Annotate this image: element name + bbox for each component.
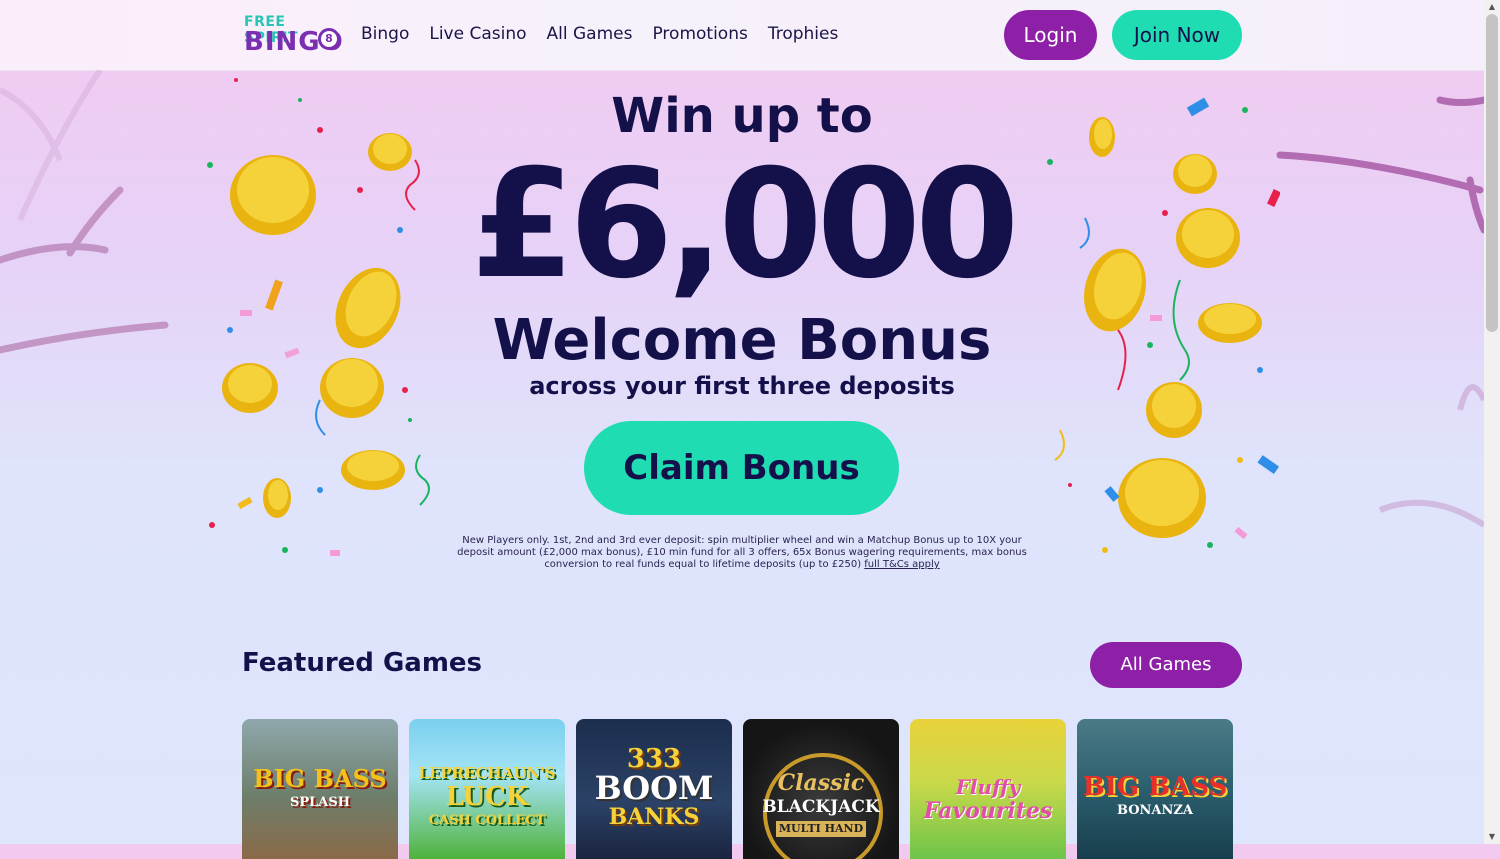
game-title-line: SPLASH bbox=[289, 795, 351, 810]
game-tile-big-bass-bonanza[interactable]: BIG BASS BONANZA bbox=[1077, 719, 1233, 859]
game-tile-leprechauns-luck[interactable]: LEPRECHAUN'S LUCK CASH COLLECT bbox=[409, 719, 565, 859]
game-title-line: BONANZA bbox=[1117, 803, 1193, 818]
nav-live-casino[interactable]: Live Casino bbox=[429, 24, 526, 44]
game-title-line: CASH COLLECT bbox=[428, 813, 546, 828]
claim-bonus-button[interactable]: Claim Bonus bbox=[584, 421, 899, 515]
bingo-ball-icon: 8 bbox=[318, 28, 340, 50]
game-title-line: MULTI HAND bbox=[776, 821, 866, 837]
game-title: Fluffy Favourites bbox=[910, 775, 1066, 823]
scrollbar-thumb[interactable] bbox=[1486, 14, 1498, 332]
nav-promotions[interactable]: Promotions bbox=[652, 24, 747, 44]
hero-headline: Win up to bbox=[611, 88, 873, 144]
featured-games-row: BIG BASS SPLASH LEPRECHAUN'S LUCK CASH C… bbox=[242, 719, 1233, 859]
site-logo[interactable]: FREE SPIRIT BINGO 8 bbox=[244, 14, 344, 56]
nav-bingo[interactable]: Bingo bbox=[361, 24, 409, 44]
game-title: 333 BOOM BANKS bbox=[576, 744, 732, 830]
game-title: LEPRECHAUN'S LUCK CASH COLLECT bbox=[409, 761, 565, 833]
game-tile-333-boom-banks[interactable]: 333 BOOM BANKS bbox=[576, 719, 732, 859]
game-title-line: BIG BASS bbox=[253, 764, 387, 793]
site-header: FREE SPIRIT BINGO 8 Bingo Live Casino Al… bbox=[0, 0, 1484, 71]
all-games-button[interactable]: All Games bbox=[1090, 642, 1242, 688]
hero-bonus-amount: £6,000 bbox=[470, 138, 1020, 312]
scroll-down-icon[interactable]: ▼ bbox=[1487, 832, 1497, 842]
game-tile-classic-blackjack[interactable]: Classic BLACKJACK MULTI HAND bbox=[743, 719, 899, 859]
hero-welcome-bonus: Welcome Bonus bbox=[492, 308, 992, 373]
join-now-button[interactable]: Join Now bbox=[1112, 10, 1242, 60]
game-title-line: Favourites bbox=[923, 798, 1053, 824]
login-button[interactable]: Login bbox=[1004, 10, 1097, 60]
game-title-line: BOOM bbox=[594, 769, 714, 807]
game-title: Classic BLACKJACK MULTI HAND bbox=[743, 771, 899, 837]
game-title-line: BLACKJACK bbox=[762, 797, 880, 817]
game-title-line: 333 bbox=[626, 744, 682, 774]
game-tile-fluffy-favourites[interactable]: Fluffy Favourites bbox=[910, 719, 1066, 859]
terms-body: New Players only. 1st, 2nd and 3rd ever … bbox=[457, 535, 1027, 570]
scroll-up-icon[interactable]: ▲ bbox=[1487, 2, 1497, 12]
game-title-line: Classic bbox=[777, 770, 865, 796]
featured-games-title: Featured Games bbox=[242, 648, 483, 678]
game-title: BIG BASS BONANZA bbox=[1077, 772, 1233, 823]
game-title: BIG BASS SPLASH bbox=[242, 767, 398, 815]
game-title-line: BANKS bbox=[608, 804, 700, 830]
game-title-line: BIG BASS bbox=[1082, 772, 1228, 802]
nav-trophies[interactable]: Trophies bbox=[768, 24, 839, 44]
terms-link[interactable]: full T&Cs apply bbox=[864, 559, 939, 570]
vertical-scrollbar[interactable]: ▲ ▼ bbox=[1484, 0, 1500, 844]
game-title-line: Fluffy bbox=[955, 775, 1021, 799]
game-tile-big-bass-splash[interactable]: BIG BASS SPLASH bbox=[242, 719, 398, 859]
main-nav: Bingo Live Casino All Games Promotions T… bbox=[361, 24, 838, 44]
terms-text: New Players only. 1st, 2nd and 3rd ever … bbox=[446, 535, 1038, 571]
game-title-line: LUCK bbox=[445, 782, 529, 812]
nav-all-games[interactable]: All Games bbox=[547, 24, 633, 44]
hero-subtitle: across your first three deposits bbox=[529, 372, 955, 400]
